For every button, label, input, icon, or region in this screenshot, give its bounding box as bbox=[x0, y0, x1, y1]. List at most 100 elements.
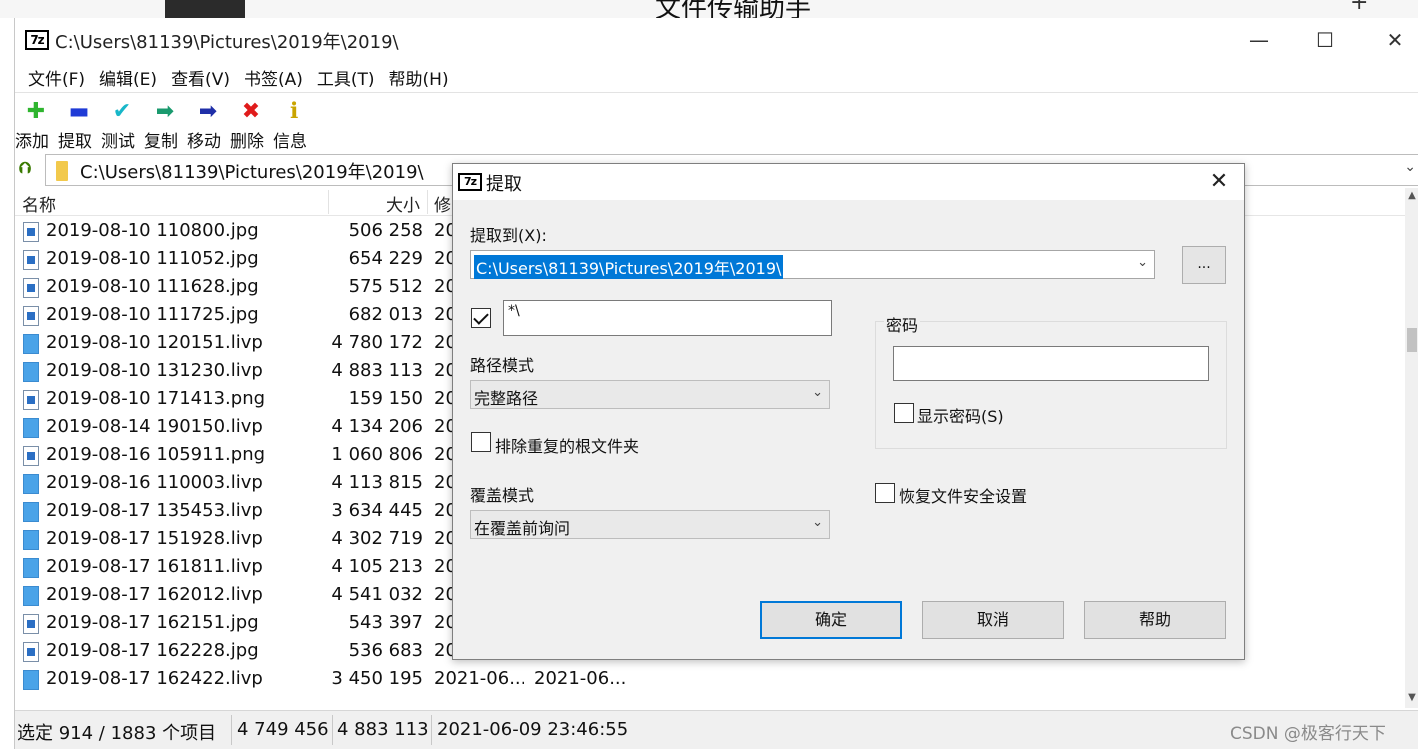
ok-button[interactable]: 确定 bbox=[760, 601, 902, 639]
image-file-icon bbox=[23, 446, 39, 466]
file-name: 2019-08-16 110003.livp bbox=[46, 472, 263, 493]
file-name: 2019-08-10 171413.png bbox=[46, 388, 266, 409]
menu-help[interactable]: 帮助(H) bbox=[382, 62, 456, 92]
table-row[interactable]: 2019-08-17 162422.livp 3 450 195 2021-06..… bbox=[15, 666, 1405, 694]
file-name: 2019-08-17 162422.livp bbox=[46, 668, 263, 689]
restore-security-checkbox[interactable] bbox=[875, 483, 895, 503]
chevron-down-icon[interactable]: ⌄ bbox=[812, 515, 823, 530]
column-header-name[interactable]: 名称 bbox=[22, 191, 56, 216]
dialog-close-icon[interactable]: ✕ bbox=[1201, 166, 1237, 198]
extract-dialog: 7z 提取 ✕ 提取到(X): C:\Users\81139\Pictures\… bbox=[452, 163, 1245, 660]
dialog-titlebar: 7z 提取 ✕ bbox=[453, 164, 1244, 200]
restore-security-label[interactable]: 恢复文件安全设置 bbox=[899, 483, 1027, 507]
image-file-icon bbox=[23, 642, 39, 662]
subfolder-input[interactable]: *\ bbox=[503, 300, 832, 336]
chevron-down-icon[interactable]: ⌄ bbox=[1137, 255, 1148, 270]
image-file-icon bbox=[23, 614, 39, 634]
up-folder-icon[interactable]: ⮉ bbox=[19, 158, 39, 180]
toolbar-label: 信息 bbox=[273, 132, 307, 152]
toolbar-test-button[interactable]: ✔ 测试 bbox=[101, 99, 143, 152]
background-dark-panel bbox=[165, 0, 245, 18]
window-title: C:\Users\81139\Pictures\2019年\2019\ bbox=[55, 32, 399, 53]
file-size: 4 105 213 bbox=[331, 556, 423, 577]
browse-button[interactable]: ... bbox=[1182, 246, 1226, 284]
path-mode-value: 完整路径 bbox=[474, 389, 539, 408]
menu-file[interactable]: 文件(F) bbox=[21, 62, 92, 92]
background-plus-icon: + bbox=[1350, 0, 1369, 15]
toolbar-extract-button[interactable]: ▬ 提取 bbox=[58, 99, 100, 152]
status-separator bbox=[431, 715, 432, 745]
scroll-down-icon[interactable]: ▼ bbox=[1405, 692, 1418, 703]
toolbar-label: 移动 bbox=[187, 132, 221, 152]
image-file-icon bbox=[23, 250, 39, 270]
file-size: 4 134 206 bbox=[331, 416, 423, 437]
menu-view[interactable]: 查看(V) bbox=[164, 62, 237, 92]
extract-to-value: C:\Users\81139\Pictures\2019年\2019\ bbox=[474, 255, 784, 279]
info-icon: ℹ bbox=[289, 99, 299, 124]
toolbar-move-button[interactable]: ➡ 移动 bbox=[187, 99, 229, 152]
copy-icon: ➡ bbox=[155, 99, 175, 124]
column-separator[interactable] bbox=[328, 190, 329, 214]
path-mode-label: 路径模式 bbox=[470, 356, 535, 375]
vertical-scrollbar[interactable]: ▲ ▼ bbox=[1405, 188, 1418, 708]
file-name: 2019-08-17 135453.livp bbox=[46, 500, 263, 521]
menu-edit[interactable]: 编辑(E) bbox=[92, 62, 164, 92]
scroll-up-icon[interactable]: ▲ bbox=[1405, 190, 1418, 201]
close-button[interactable]: ✕ bbox=[1375, 26, 1415, 54]
file-icon bbox=[23, 670, 39, 690]
subfolder-value: *\ bbox=[508, 303, 520, 319]
file-name: 2019-08-10 111725.jpg bbox=[46, 304, 259, 325]
maximize-button[interactable]: ☐ bbox=[1305, 26, 1345, 54]
extract-to-combo[interactable]: C:\Users\81139\Pictures\2019年\2019\ ⌄ bbox=[470, 250, 1155, 279]
column-separator[interactable] bbox=[427, 190, 428, 214]
file-icon bbox=[23, 474, 39, 494]
overwrite-mode-select[interactable]: 在覆盖前询问 ⌄ bbox=[470, 510, 830, 539]
file-icon bbox=[23, 586, 39, 606]
path-mode-select[interactable]: 完整路径 ⌄ bbox=[470, 380, 830, 409]
move-icon: ➡ bbox=[198, 99, 218, 124]
watermark: CSDN @极客行天下 bbox=[1230, 724, 1386, 744]
minimize-button[interactable]: — bbox=[1239, 26, 1279, 54]
image-file-icon bbox=[23, 390, 39, 410]
scroll-thumb[interactable] bbox=[1407, 328, 1417, 352]
toolbar-copy-button[interactable]: ➡ 复制 bbox=[144, 99, 186, 152]
show-password-checkbox[interactable] bbox=[894, 403, 914, 423]
file-size: 4 883 113 bbox=[331, 360, 423, 381]
window-titlebar: 7z C:\Users\81139\Pictures\2019年\2019\ —… bbox=[15, 18, 1418, 62]
status-date: 2021-06-09 23:46:55 bbox=[437, 719, 629, 740]
password-group bbox=[875, 321, 1227, 449]
menu-bar: 文件(F) 编辑(E) 查看(V) 书签(A) 工具(T) 帮助(H) bbox=[15, 62, 1418, 92]
status-total-size: 4 749 456 bbox=[237, 719, 329, 740]
toolbar-delete-button[interactable]: ✖ 删除 bbox=[230, 99, 272, 152]
subfolder-checkbox[interactable] bbox=[471, 308, 491, 328]
file-icon bbox=[23, 362, 39, 382]
help-button[interactable]: 帮助 bbox=[1084, 601, 1226, 639]
file-size: 536 683 bbox=[348, 640, 423, 661]
file-icon bbox=[23, 334, 39, 354]
file-name: 2019-08-14 190150.livp bbox=[46, 416, 263, 437]
password-input[interactable] bbox=[893, 346, 1209, 381]
menu-tools[interactable]: 工具(T) bbox=[310, 62, 382, 92]
toolbar-info-button[interactable]: ℹ 信息 bbox=[273, 99, 315, 152]
file-name: 2019-08-17 162228.jpg bbox=[46, 640, 259, 661]
menu-bookmarks[interactable]: 书签(A) bbox=[237, 62, 310, 92]
toolbar-label: 提取 bbox=[58, 132, 92, 152]
chevron-down-icon[interactable]: ⌄ bbox=[812, 385, 823, 400]
toolbar-label: 删除 bbox=[230, 132, 264, 152]
cancel-button[interactable]: 取消 bbox=[922, 601, 1064, 639]
status-separator bbox=[231, 715, 232, 745]
file-icon bbox=[23, 502, 39, 522]
file-modified: 2021-06... bbox=[434, 668, 524, 689]
column-header-modified[interactable]: 修 bbox=[434, 191, 451, 216]
exclude-root-checkbox[interactable] bbox=[471, 432, 491, 452]
file-name: 2019-08-10 111052.jpg bbox=[46, 248, 259, 269]
toolbar-add-button[interactable]: ✚ 添加 bbox=[15, 99, 57, 152]
file-name: 2019-08-10 120151.livp bbox=[46, 332, 263, 353]
show-password-label[interactable]: 显示密码(S) bbox=[917, 403, 1004, 427]
file-size: 4 780 172 bbox=[331, 332, 423, 353]
test-icon: ✔ bbox=[112, 99, 132, 124]
dialog-7zip-icon: 7z bbox=[458, 173, 482, 191]
column-header-size[interactable]: 大小 bbox=[386, 191, 420, 216]
chevron-down-icon[interactable]: ⌄ bbox=[1404, 159, 1416, 175]
exclude-root-label[interactable]: 排除重复的根文件夹 bbox=[495, 433, 639, 457]
